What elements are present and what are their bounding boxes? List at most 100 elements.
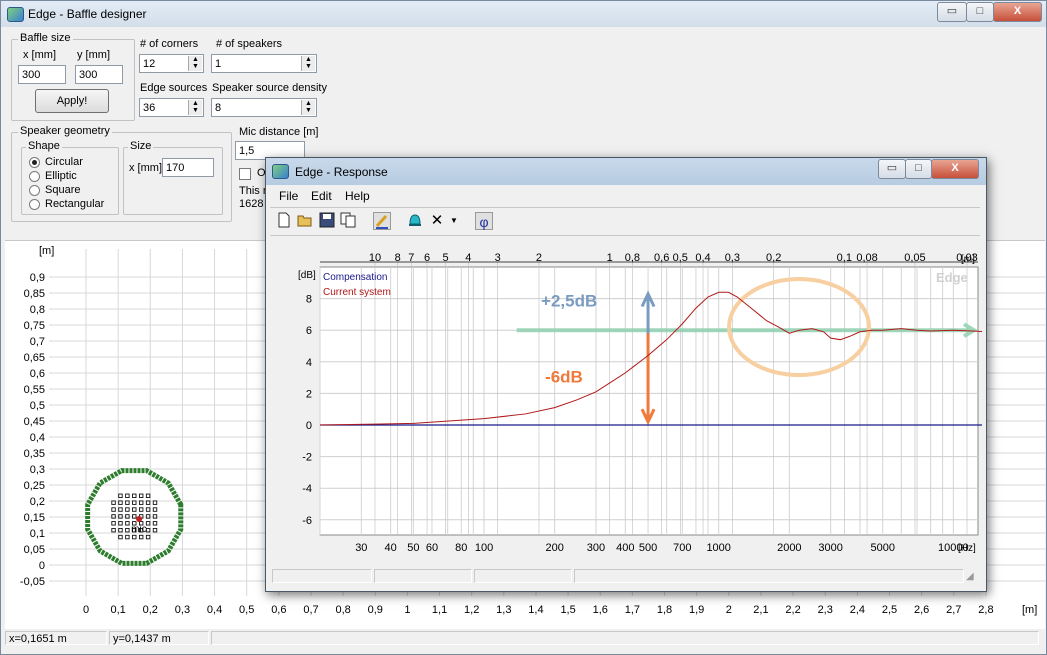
spinner-arrows-icon[interactable]: ▲ ▼ xyxy=(301,56,315,71)
option-checkbox[interactable] xyxy=(239,168,251,180)
baffle-x-tick-label: 0,2 xyxy=(143,604,158,616)
speaker-source-dot xyxy=(125,493,130,498)
baffle-y-tick-label: 0,45 xyxy=(24,416,45,428)
speakers-spinner[interactable]: 1 ▲ ▼ xyxy=(211,54,317,73)
baffle-y-tick-label: 0,15 xyxy=(24,512,45,524)
response-top-tick-label: 0,1 xyxy=(837,252,852,264)
response-close-button[interactable]: X xyxy=(931,159,979,179)
copy-icon[interactable] xyxy=(339,212,357,230)
baffle-x-tick-label: 2,4 xyxy=(850,604,865,616)
dropdown-icon[interactable]: ▼ xyxy=(448,212,460,230)
speaker-source-dot xyxy=(152,527,158,533)
minimize-button[interactable]: ▭ xyxy=(937,2,967,22)
spinner-arrows-icon[interactable]: ▲ ▼ xyxy=(188,56,202,71)
speaker-source-dot xyxy=(145,527,151,533)
response-status-bar: ◢ xyxy=(270,567,980,586)
close-icon[interactable]: ✕ xyxy=(428,212,446,230)
annotation-plus-2-5db: +2,5dB xyxy=(541,292,597,311)
save-icon[interactable] xyxy=(318,212,336,230)
size-x-input[interactable]: 170 xyxy=(162,158,214,177)
menu-file[interactable]: File xyxy=(279,189,298,203)
edge-sources-spinner[interactable]: 36 ▲ ▼ xyxy=(139,98,204,117)
speaker-source-dot xyxy=(111,521,116,526)
baffle-x-tick-label: 2,2 xyxy=(785,604,800,616)
response-top-tick-label: 0,8 xyxy=(625,252,640,264)
speaker-source-dot xyxy=(138,534,144,540)
speaker-density-spinner[interactable]: 8 ▲ ▼ xyxy=(211,98,317,117)
response-y-tick-label: 4 xyxy=(306,357,312,369)
legend-compensation: Compensation xyxy=(323,272,387,283)
baffle-y-tick-label: 0,05 xyxy=(24,544,45,556)
response-x-tick-label: 60 xyxy=(426,542,438,554)
response-x-tick-label: 400 xyxy=(616,542,634,554)
response-status-panel-3 xyxy=(474,569,572,583)
menu-separator xyxy=(270,207,980,208)
speaker-source-dot xyxy=(125,521,130,526)
corners-spinner[interactable]: 12 ▲ ▼ xyxy=(139,54,204,73)
speaker-source-dot xyxy=(152,514,158,519)
baffle-x-tick-label: 1,9 xyxy=(689,604,704,616)
speakers-label: # of speakers xyxy=(216,38,283,50)
response-maximize-button[interactable]: □ xyxy=(905,159,932,179)
new-icon[interactable] xyxy=(275,212,293,230)
response-x-tick-label: 200 xyxy=(545,542,563,554)
baffle-y-input[interactable]: 300 xyxy=(75,65,123,84)
speaker-source-dot xyxy=(125,507,130,512)
close-button[interactable]: X xyxy=(993,2,1042,22)
speaker-source-dot xyxy=(145,493,151,498)
baffle-y-tick-label: -0,05 xyxy=(20,576,45,588)
radio-circular[interactable] xyxy=(29,157,40,168)
response-chart[interactable]: 8 6 4 2 0 -2 -4 -6 30 40 50 60 80 100 200 300 400 500 700… xyxy=(270,242,982,562)
response-top-tick-label: 3 xyxy=(495,252,501,264)
speaker-source-dot xyxy=(125,514,130,519)
baffle-x-tick-label: 2,8 xyxy=(978,604,993,616)
resize-grip-icon[interactable]: ◢ xyxy=(966,571,978,583)
mic-position-marker[interactable] xyxy=(136,516,143,523)
phi-icon[interactable]: φ xyxy=(475,212,493,230)
radio-rectangular[interactable] xyxy=(29,199,40,210)
baffle-x-tick-label: 2,1 xyxy=(753,604,768,616)
edge-sources-value: 36 xyxy=(143,102,156,114)
response-status-panel-4 xyxy=(574,569,964,583)
corners-value: 12 xyxy=(143,58,156,70)
baffle-y-tick-label: 0,8 xyxy=(30,304,45,316)
menu-edit[interactable]: Edit xyxy=(311,189,332,203)
apply-button[interactable]: Apply! xyxy=(35,89,109,113)
baffle-x-unit: [m] xyxy=(1022,604,1037,616)
response-x-tick-label: 300 xyxy=(587,542,605,554)
radio-elliptic[interactable] xyxy=(29,171,40,182)
speaker-source-dot xyxy=(111,527,116,533)
response-status-panel-1 xyxy=(272,569,372,583)
info-text-line2: 1628 xyxy=(239,198,264,210)
response-top-tick-label: 0,3 xyxy=(725,252,740,264)
response-window-title: Edge - Response xyxy=(295,165,388,179)
response-top-tick-label: 5 xyxy=(443,252,449,264)
speakers-value: 1 xyxy=(215,58,222,70)
baffle-size-title: Baffle size xyxy=(18,32,73,44)
marker-icon[interactable] xyxy=(373,212,391,230)
legend-current-system: Current system xyxy=(323,287,391,298)
response-x-tick-label: 30 xyxy=(355,542,367,554)
baffle-x-tick-label: 2 xyxy=(726,604,732,616)
spinner-arrows-icon[interactable]: ▲ ▼ xyxy=(188,100,202,115)
response-x-tick-label: 700 xyxy=(673,542,691,554)
radio-square[interactable] xyxy=(29,185,40,196)
title-bar[interactable]: Edge - Baffle designer ▭ □ X xyxy=(1,1,1046,27)
response-y-tick-label: -6 xyxy=(302,515,312,527)
baffle-y-tick-label: 0,3 xyxy=(30,464,45,476)
maximize-button[interactable]: □ xyxy=(966,2,994,22)
response-minimize-button[interactable]: ▭ xyxy=(878,159,906,179)
response-title-bar[interactable]: Edge - Response ▭ □ X xyxy=(266,158,986,185)
baffle-x-input[interactable]: 300 xyxy=(18,65,66,84)
status-y-coordinate: y=0,1437 m xyxy=(109,631,209,645)
edge-watermark: Edge xyxy=(936,270,968,285)
open-icon[interactable] xyxy=(296,212,314,230)
shape-rectangular-label: Rectangular xyxy=(45,198,105,210)
speaker-source-dot xyxy=(111,507,116,512)
speaker-source-dot xyxy=(145,514,151,519)
response-x-tick-label: 100 xyxy=(475,542,493,554)
spinner-arrows-icon[interactable]: ▲ ▼ xyxy=(301,100,315,115)
speaker-source-dot xyxy=(132,534,137,540)
bell-icon[interactable] xyxy=(406,212,424,230)
menu-help[interactable]: Help xyxy=(345,189,370,203)
